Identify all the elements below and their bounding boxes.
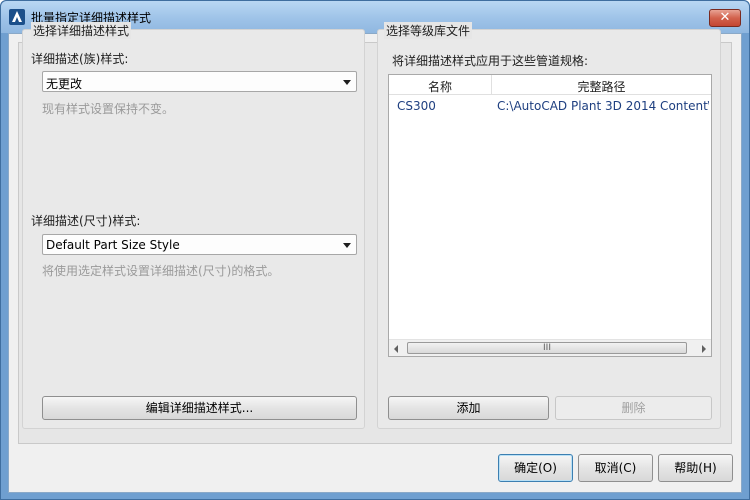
size-style-value: Default Part Size Style xyxy=(46,238,180,252)
add-spec-button[interactable]: 添加 xyxy=(388,396,549,420)
apply-to-specs-label: 将详细描述样式应用于这些管道规格: xyxy=(392,54,589,68)
close-icon: ✕ xyxy=(719,10,731,25)
spec-list[interactable]: 名称 完整路径 CS300 C:\AutoCAD Plant 3D 2014 C… xyxy=(388,74,712,357)
app-icon xyxy=(9,9,25,25)
edit-detail-style-button[interactable]: 编辑详细描述样式... xyxy=(42,396,357,420)
cancel-button[interactable]: 取消(C) xyxy=(578,454,653,482)
ok-button[interactable]: 确定(O) xyxy=(498,454,573,482)
row-name-cell: CS300 xyxy=(397,99,436,113)
detail-style-group-title: 选择详细描述样式 xyxy=(31,22,132,39)
chevron-down-icon xyxy=(343,243,351,248)
family-style-combo[interactable]: 无更改 xyxy=(42,71,357,92)
size-style-label: 详细描述(尺寸)样式: xyxy=(31,214,141,228)
dialog-window: 批量指定详细描述样式 ✕ 选择详细描述样式 详细描述(族)样式: 无更改 现有样… xyxy=(0,0,750,500)
delete-spec-button[interactable]: 删除 xyxy=(555,396,712,420)
spec-file-group: 选择等级库文件 将详细描述样式应用于这些管道规格: 名称 完整路径 CS300 … xyxy=(377,22,721,429)
close-button[interactable]: ✕ xyxy=(709,9,741,27)
family-style-label: 详细描述(族)样式: xyxy=(31,52,129,66)
scroll-right-icon[interactable] xyxy=(702,345,706,353)
size-style-combo[interactable]: Default Part Size Style xyxy=(42,234,357,255)
spec-list-header: 名称 完整路径 xyxy=(389,75,711,95)
spec-file-group-title: 选择等级库文件 xyxy=(384,22,473,39)
scroll-left-icon[interactable] xyxy=(394,345,398,353)
help-button[interactable]: 帮助(H) xyxy=(658,454,733,482)
scroll-grip-icon: III xyxy=(543,343,551,353)
column-header-path[interactable]: 完整路径 xyxy=(492,78,711,95)
scroll-thumb[interactable]: III xyxy=(407,342,687,354)
family-style-hint: 现有样式设置保持不变。 xyxy=(42,102,175,116)
size-style-hint: 将使用选定样式设置详细描述(尺寸)的格式。 xyxy=(42,264,280,278)
table-row[interactable]: CS300 C:\AutoCAD Plant 3D 2014 Content\ xyxy=(389,97,711,115)
row-path-cell: C:\AutoCAD Plant 3D 2014 Content\ xyxy=(497,99,709,113)
chevron-down-icon xyxy=(343,80,351,85)
horizontal-scrollbar[interactable]: III xyxy=(389,339,711,356)
detail-style-group: 选择详细描述样式 详细描述(族)样式: 无更改 现有样式设置保持不变。 详细描述… xyxy=(22,22,365,429)
family-style-value: 无更改 xyxy=(46,77,83,91)
column-header-name[interactable]: 名称 xyxy=(389,78,491,95)
